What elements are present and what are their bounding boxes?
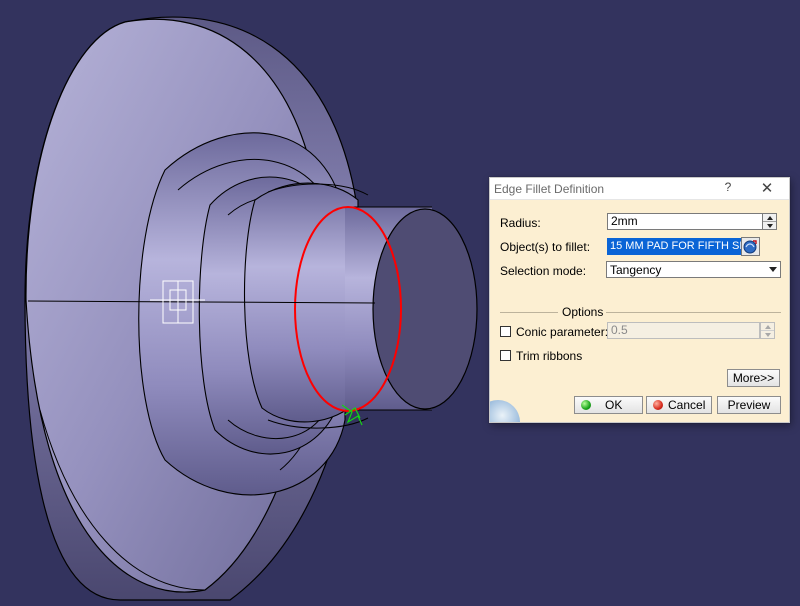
options-group-title: Options: [562, 305, 604, 319]
options-divider-left: [500, 312, 558, 313]
edge-fillet-definition-dialog[interactable]: Edge Fillet Definition ? ✕ Radius: 2mm O…: [489, 177, 790, 423]
ok-button[interactable]: OK: [574, 396, 643, 414]
ok-status-icon: [581, 400, 591, 410]
chevron-down-icon[interactable]: [765, 262, 780, 277]
conic-parameter-checkbox[interactable]: [500, 326, 511, 337]
trim-ribbons-checkbox[interactable]: [500, 350, 511, 361]
conic-parameter-spinner[interactable]: [760, 322, 775, 339]
selection-mode-label: Selection mode:: [500, 264, 587, 278]
objects-to-fillet-field[interactable]: 15 MM PAD FOR FIFTH SEC: [607, 238, 741, 255]
radius-decrement-icon[interactable]: [763, 222, 776, 229]
radius-input[interactable]: 2mm: [607, 213, 763, 230]
conic-parameter-label: Conic parameter:: [516, 325, 609, 339]
trim-ribbons-label: Trim ribbons: [516, 349, 583, 363]
help-button[interactable]: ?: [720, 180, 736, 194]
close-button[interactable]: ✕: [758, 179, 776, 197]
radius-spinner[interactable]: [762, 213, 777, 230]
edge-select-button[interactable]: [741, 237, 760, 256]
cylinder-pad[interactable]: [345, 206, 478, 411]
selection-mode-value: Tangency: [610, 263, 662, 277]
conic-decrement-icon[interactable]: [761, 331, 774, 338]
more-button[interactable]: More>>: [727, 369, 780, 387]
radius-label: Radius:: [500, 216, 541, 230]
conic-increment-icon[interactable]: [761, 323, 774, 331]
cancel-button[interactable]: Cancel: [646, 396, 712, 414]
options-divider-right: [606, 312, 781, 313]
edge-select-icon: [743, 240, 757, 254]
preview-button[interactable]: Preview: [717, 396, 781, 414]
radius-increment-icon[interactable]: [763, 214, 776, 222]
ok-button-label: OK: [605, 398, 623, 412]
objects-to-fillet-label: Object(s) to fillet:: [500, 240, 591, 254]
cancel-status-icon: [653, 400, 663, 410]
catia-globe-icon: [490, 400, 520, 422]
selection-mode-select[interactable]: Tangency: [606, 261, 781, 278]
conic-parameter-input[interactable]: 0.5: [607, 322, 760, 339]
dialog-titlebar[interactable]: Edge Fillet Definition ? ✕: [490, 178, 789, 200]
cancel-button-label: Cancel: [668, 398, 706, 412]
dialog-title: Edge Fillet Definition: [494, 182, 605, 196]
